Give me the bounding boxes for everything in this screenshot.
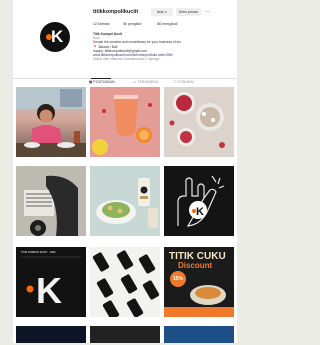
more-options-button[interactable]: ···: [204, 8, 212, 16]
avatar[interactable]: K: [40, 22, 70, 52]
tab-tagged[interactable]: ☐ DITANDAI: [173, 80, 194, 84]
posts-count: 12 kiriman: [93, 22, 110, 26]
post-thumbnail[interactable]: [90, 166, 160, 236]
svg-text:K: K: [196, 206, 204, 218]
poster-header: TITIK KOMPOL KUCIT · 2022: [21, 251, 56, 254]
post-thumbnail[interactable]: [16, 87, 86, 157]
post-thumbnail[interactable]: K TITIK KOMPOL KUCIT · 2022: [16, 247, 86, 317]
followers-count[interactable]: 5k pengikut: [123, 22, 141, 26]
woman-eating-photo: [16, 87, 86, 157]
post-thumbnail[interactable]: [164, 87, 234, 157]
scooter-photo: [16, 166, 86, 236]
post-thumbnail[interactable]: TITIK CUKU Discount 15%: [164, 247, 234, 317]
post-thumbnail[interactable]: [164, 326, 234, 343]
discount-poster-subtitle: Discount: [178, 261, 213, 270]
svg-text:K: K: [36, 270, 62, 311]
username: titikkompolikuciit: [93, 9, 139, 15]
post-thumbnail[interactable]: [16, 166, 86, 236]
tab-saved[interactable]: ▭ TERSIMPAN: [133, 80, 158, 84]
follow-button[interactable]: Ikuti ∨: [151, 8, 173, 16]
food-bowls-photo: [164, 87, 234, 157]
profile-header: K titikkompolikuciit Ikuti ∨ Kirim pesan…: [13, 0, 237, 78]
post-thumbnail[interactable]: K: [164, 166, 234, 236]
profile-stats: 12 kiriman 5k pengikut 86 mengikuti: [93, 22, 223, 28]
salad-and-cans-photo: [90, 166, 160, 236]
drink-photo: [90, 87, 160, 157]
bio: Titik Kompol Kucit Kopi Desain the creat…: [93, 32, 233, 61]
brand-poster-k: K: [16, 247, 86, 317]
hand-logo-artwork: K: [164, 166, 234, 236]
post-thumbnail[interactable]: [90, 326, 160, 343]
following-count[interactable]: 86 mengikuti: [157, 22, 177, 26]
followed-by[interactable]: Diikuti oleh mkandai, kontolbud dan 2 la…: [93, 57, 233, 61]
message-button[interactable]: Kirim pesan: [176, 8, 201, 16]
discount-badge: 15%: [170, 271, 186, 287]
profile-tabs: ▦ POSTINGAN ▭ TERSIMPAN ☐ DITANDAI: [13, 78, 237, 86]
profile-page: K titikkompolikuciit Ikuti ∨ Kirim pesan…: [13, 0, 237, 343]
post-thumbnail[interactable]: [90, 247, 160, 317]
product-bottles-photo: [90, 247, 160, 317]
tab-posts[interactable]: ▦ POSTINGAN: [89, 80, 115, 84]
post-thumbnail[interactable]: [16, 326, 86, 343]
post-thumbnail[interactable]: [90, 87, 160, 157]
logo-k: K: [51, 27, 64, 46]
active-tab-indicator: [91, 78, 111, 79]
